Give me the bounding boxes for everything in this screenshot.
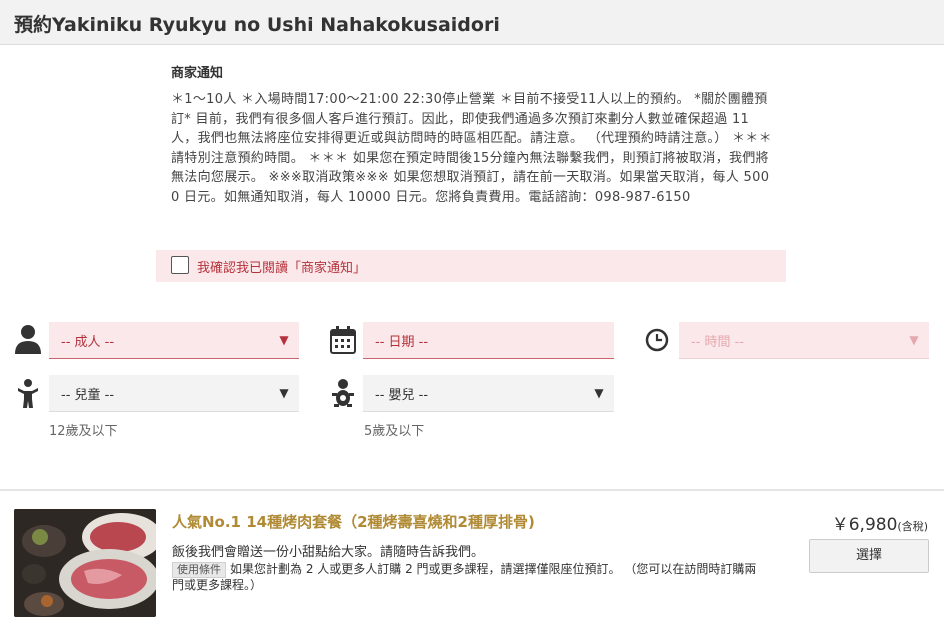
clock-icon <box>645 328 669 356</box>
notice-body: ＊1〜10人 ＊入場時間17:00〜21:00 22:30停止營業 ＊目前不接受… <box>171 92 772 205</box>
chevron-down-icon: ▼ <box>594 386 604 400</box>
time-select[interactable]: -- 時間 -- ▼ <box>679 322 929 359</box>
section-divider <box>0 489 944 491</box>
calendar-icon <box>330 326 356 358</box>
terms-badge: 使用條件 <box>172 562 226 578</box>
notice-confirm-row[interactable]: 我確認我已閱讀「商家通知」 <box>156 250 786 282</box>
select-course-button[interactable]: 選擇 <box>809 539 929 573</box>
baby-icon <box>332 379 354 413</box>
page-title: 預約Yakiniku Ryukyu no Ushi Nahakokusaidor… <box>14 14 500 36</box>
child-icon <box>17 379 39 413</box>
tax-note: (含稅) <box>897 520 928 533</box>
chevron-down-icon: ▼ <box>279 333 289 347</box>
children-select[interactable]: -- 兒童 -- ▼ <box>49 375 299 412</box>
course-image[interactable] <box>14 509 156 617</box>
adults-select-value: -- 成人 -- <box>61 334 115 350</box>
chevron-down-icon: ▼ <box>909 333 919 347</box>
babies-select[interactable]: -- 嬰兒 -- ▼ <box>363 375 614 412</box>
notice-confirm-label[interactable]: 我確認我已閱讀「商家通知」 <box>197 257 366 276</box>
chevron-down-icon: ▼ <box>279 386 289 400</box>
person-icon <box>14 324 42 358</box>
time-select-value: -- 時間 -- <box>691 334 745 350</box>
children-select-value: -- 兒童 -- <box>61 387 115 403</box>
price-amount: ￥6,980 <box>831 515 898 535</box>
terms-text: 如果您計劃為 2 人或更多人訂購 2 門或更多課程，請選擇僅限座位預訂。 （您可… <box>172 562 757 592</box>
course-title[interactable]: 人氣No.1 14種烤肉套餐（2種烤壽喜燒和2種厚排骨) <box>172 511 535 532</box>
date-select[interactable]: -- 日期 -- <box>363 322 614 359</box>
adults-select[interactable]: -- 成人 -- ▼ <box>49 322 299 359</box>
babies-age-hint: 5歲及以下 <box>364 424 425 439</box>
date-select-value: -- 日期 -- <box>375 334 429 350</box>
notice-confirm-checkbox[interactable] <box>171 256 189 274</box>
page-header: 預約Yakiniku Ryukyu no Ushi Nahakokusaidor… <box>0 0 944 45</box>
babies-select-value: -- 嬰兒 -- <box>375 387 429 403</box>
children-age-hint: 12歲及以下 <box>49 424 118 439</box>
course-description: 飯後我們會贈送一份小甜點給大家。請隨時告訴我們。 <box>172 545 485 560</box>
course-terms: 使用條件 如果您計劃為 2 人或更多人訂購 2 門或更多課程，請選擇僅限座位預訂。… <box>172 562 767 593</box>
merchant-notice: 商家通知 ＊1〜10人 ＊入場時間17:00〜21:00 22:30停止營業 ＊… <box>171 62 776 207</box>
course-price: ￥6,980(含稅) <box>832 510 928 535</box>
notice-title: 商家通知 <box>171 66 224 81</box>
